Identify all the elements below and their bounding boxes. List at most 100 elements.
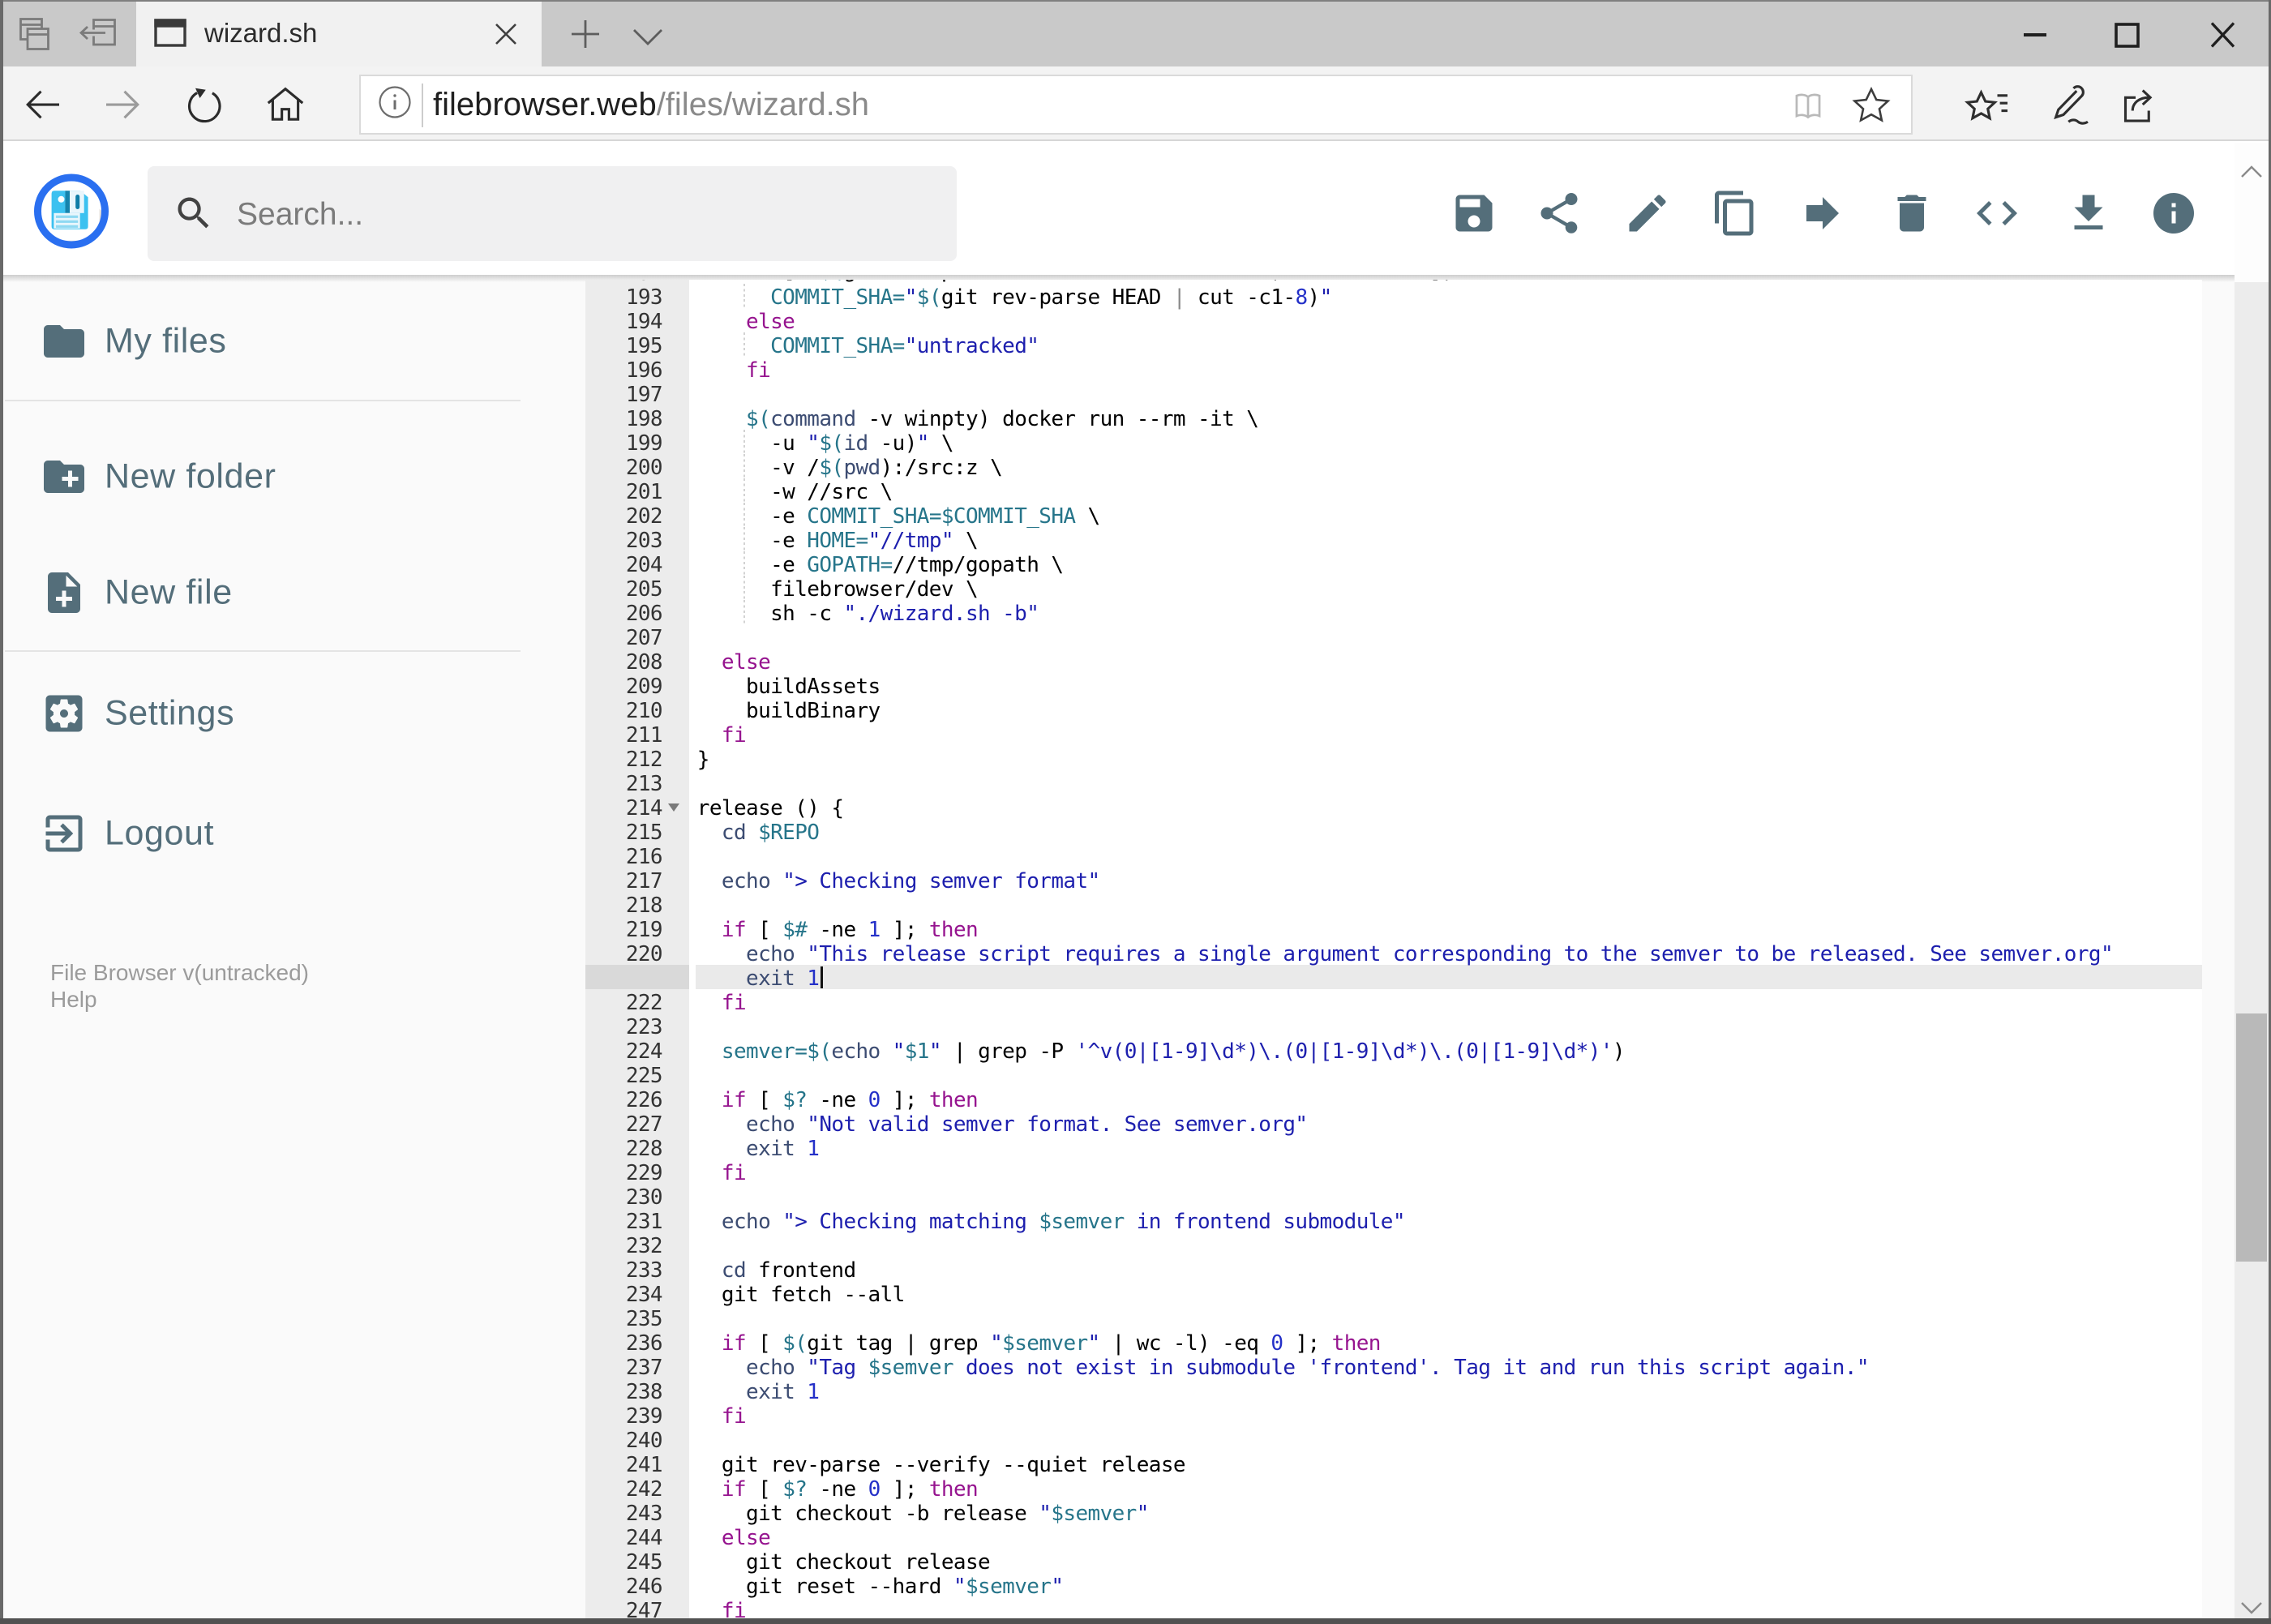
line-number: 194 (625, 309, 663, 334)
maximize-icon[interactable] (2115, 23, 2140, 48)
sidebar-item-label: My files (105, 321, 227, 361)
code-line-210: buildBinary (696, 698, 881, 723)
line-number: 216 (625, 844, 663, 869)
url-path: /files/wizard.sh (656, 87, 869, 122)
close-window-icon[interactable] (2211, 22, 2235, 48)
line-number: 217 (625, 868, 663, 893)
share-icon[interactable] (1535, 189, 1583, 238)
download-icon[interactable] (2064, 189, 2113, 238)
reading-view-book-icon[interactable] (1788, 86, 1828, 126)
code-line-241: git rev-parse --verify --quiet release (696, 1452, 1186, 1477)
code-line-242: if [ $? -ne 0 ]; then (721, 1476, 979, 1502)
web-note-pen-icon[interactable] (2043, 80, 2092, 129)
minimize-icon[interactable] (2024, 32, 2046, 37)
new-tab-plus-icon[interactable] (570, 19, 601, 49)
window-border-bottom (0, 1618, 2271, 1624)
hub-star-icon[interactable] (1963, 80, 2012, 129)
code-icon[interactable] (1973, 189, 2021, 238)
line-number: 212 (625, 747, 663, 772)
line-number: 218 (625, 893, 663, 918)
window-border-top (0, 0, 2271, 2)
code-line-237: echo "Tag $semver does not exist in subm… (746, 1355, 1870, 1380)
favorite-star-icon[interactable] (1850, 84, 1892, 126)
indent-guide (743, 527, 745, 552)
sidebar-item-label: Settings (105, 693, 235, 733)
line-number: 219 (625, 917, 663, 942)
code-line-204: -e GOPATH=//tmp/gopath \ (696, 552, 1064, 577)
line-number: 222 (625, 990, 663, 1015)
refresh-icon[interactable] (180, 80, 229, 129)
code-line-208: else (721, 649, 771, 675)
set-aside-tabs-icon[interactable] (78, 19, 116, 46)
info-circle-icon[interactable] (377, 84, 413, 120)
line-number: 226 (625, 1087, 663, 1112)
settings-gear-icon (40, 689, 88, 738)
indent-guide (743, 600, 745, 625)
code-line-227: echo "Not valid semver format. See semve… (746, 1112, 1308, 1137)
line-number: 243 (625, 1501, 663, 1526)
code-line-205: filebrowser/dev \ (696, 576, 979, 602)
code-line-231: echo "> Checking matching $semver in fro… (721, 1209, 1406, 1234)
info-icon[interactable] (2149, 189, 2198, 238)
line-number: 210 (625, 698, 663, 723)
copy-icon[interactable] (1711, 189, 1759, 238)
line-number: 192 (626, 280, 663, 285)
forward-arrow-icon[interactable] (98, 80, 147, 129)
line-number: 231 (625, 1209, 663, 1234)
sidebar-divider (5, 400, 521, 401)
indent-guide (743, 503, 745, 528)
line-number: 208 (625, 649, 663, 675)
code-line-214: release () { (696, 795, 844, 821)
line-number: 196 (625, 358, 663, 383)
code-line-193: COMMIT_SHA="$(git rev-parse HEAD | cut -… (770, 285, 1332, 310)
code-line-246: git reset --hard "$semver" (696, 1574, 1064, 1599)
line-number: 241 (625, 1452, 663, 1477)
code-editor[interactable]: 1921931941951961971981992002012022032042… (585, 280, 2202, 1618)
edit-pencil-icon[interactable] (1623, 189, 1672, 238)
back-arrow-icon[interactable] (19, 80, 67, 129)
scroll-up-icon[interactable] (2240, 165, 2263, 178)
code-line-217: echo "> Checking semver format" (721, 868, 1100, 893)
line-number: 224 (625, 1039, 663, 1064)
home-icon[interactable] (261, 80, 310, 129)
code-line-209: buildAssets (696, 674, 881, 699)
chevron-down-icon[interactable] (632, 28, 663, 46)
line-number: 207 (625, 625, 663, 650)
delete-trash-icon[interactable] (1888, 189, 1936, 238)
code-line-236: if [ $(git tag | grep "$semver" | wc -l)… (721, 1330, 1382, 1356)
save-icon[interactable] (1450, 189, 1498, 238)
url-text[interactable]: filebrowser.web/files/wizard.sh (433, 87, 869, 123)
code-line-243: git checkout -b release "$semver" (696, 1501, 1149, 1526)
share-page-icon[interactable] (2115, 80, 2164, 129)
url-separator (422, 84, 423, 127)
sidebar-item-settings[interactable]: Settings (40, 689, 234, 738)
code-line-203: -e HOME="//tmp" \ (696, 528, 979, 553)
page-scrollbar[interactable] (2235, 143, 2269, 1618)
indent-guide (743, 454, 745, 479)
code-line-212: } (696, 747, 710, 772)
tab-title: wizard.sh (204, 18, 318, 48)
line-number: 209 (625, 674, 663, 699)
scroll-down-icon[interactable] (2240, 1601, 2263, 1614)
sidebar-item-new-folder[interactable]: New folder (40, 452, 276, 501)
code-line-221: exit 1 (746, 966, 820, 991)
scrollbar-thumb[interactable] (2236, 1013, 2267, 1262)
code-line-219: if [ $# -ne 1 ]; then (721, 917, 979, 942)
close-tab-icon[interactable] (494, 22, 518, 46)
line-number: 206 (625, 601, 663, 626)
move-arrow-icon[interactable] (1798, 189, 1847, 238)
line-number: 200 (625, 455, 663, 480)
navigation-bar: filebrowser.web/files/wizard.sh (0, 66, 2271, 175)
indent-guide (743, 551, 745, 576)
tab-preview-icon[interactable] (19, 18, 49, 50)
active-tab[interactable]: wizard.sh (136, 0, 542, 66)
code-line-202: -e COMMIT_SHA=$COMMIT_SHA \ (696, 503, 1100, 529)
address-bar[interactable]: filebrowser.web/files/wizard.sh (359, 75, 1913, 135)
help-link[interactable]: Help (50, 986, 309, 1013)
sidebar-item-new-file[interactable]: New file (40, 568, 232, 617)
line-number: 201 (625, 479, 663, 504)
sidebar-item-my-files[interactable]: My files (40, 317, 226, 366)
sidebar-item-logout[interactable]: Logout (40, 809, 214, 858)
fold-arrow-icon[interactable] (667, 803, 680, 812)
editor-toolbar (0, 143, 2271, 275)
